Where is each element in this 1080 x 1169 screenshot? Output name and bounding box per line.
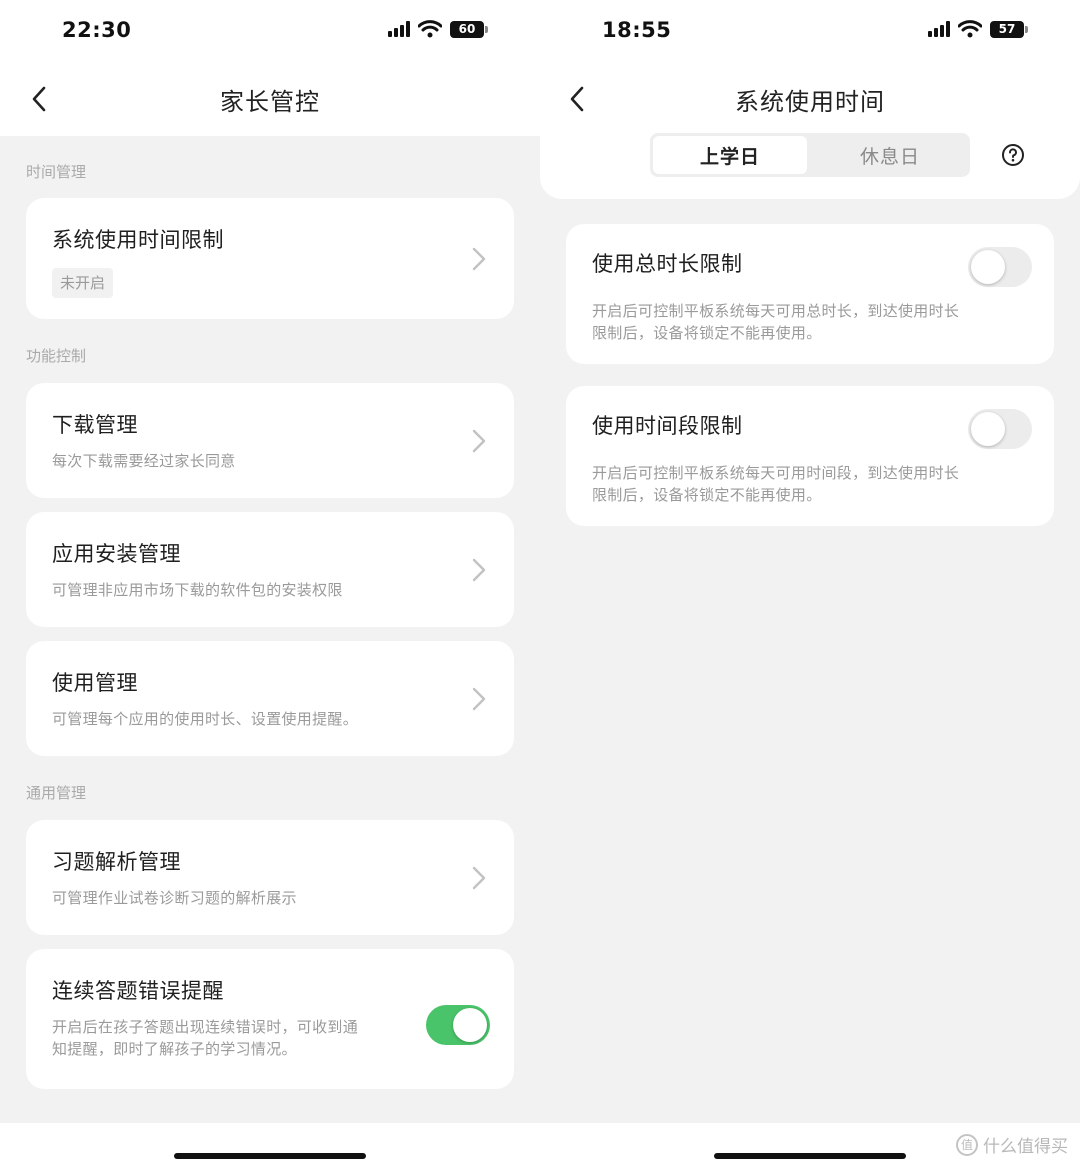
item-description-line1: 开启后可控制平板系统每天可用总时长，到达使用时长 <box>592 302 960 320</box>
toggle-knob <box>971 250 1005 284</box>
item-title: 下载管理 <box>52 413 138 437</box>
signal-icon <box>388 21 410 37</box>
home-indicator[interactable] <box>714 1153 906 1159</box>
section-label-time: 时间管理 <box>26 163 87 181</box>
chevron-right-icon <box>472 558 486 582</box>
section-label-function: 功能控制 <box>26 347 87 365</box>
toggle-knob <box>971 412 1005 446</box>
status-time: 22:30 <box>62 18 132 42</box>
status-icons: 57 <box>928 20 1028 38</box>
watermark: 值 什么值得买 <box>956 1132 1068 1157</box>
watermark-logo-icon: 值 <box>956 1133 978 1156</box>
item-title: 习题解析管理 <box>52 850 181 874</box>
nav-bar: 系统使用时间 <box>540 62 1080 136</box>
page-title: 系统使用时间 <box>735 88 885 116</box>
consecutive-error-alert-item: 连续答题错误提醒 开启后在孩子答题出现连续错误时，可收到通 知提醒，即时了解孩子… <box>26 949 514 1089</box>
battery-icon: 60 <box>450 20 488 38</box>
download-management-item[interactable]: 下载管理 每次下载需要经过家长同意 <box>26 383 514 498</box>
error-alert-toggle[interactable] <box>426 1005 490 1045</box>
watermark-text: 什么值得买 <box>983 1137 1068 1157</box>
item-title: 使用总时长限制 <box>592 252 743 276</box>
item-description: 可管理每个应用的使用时长、设置使用提醒。 <box>52 710 359 728</box>
item-description: 可管理非应用市场下载的软件包的安装权限 <box>52 581 343 599</box>
item-title: 系统使用时间限制 <box>52 228 224 252</box>
day-type-segmented-control: 上学日 休息日 <box>650 133 970 177</box>
tab-school-day[interactable]: 上学日 <box>653 136 807 174</box>
item-title: 连续答题错误提醒 <box>52 979 224 1003</box>
app-install-management-item[interactable]: 应用安装管理 可管理非应用市场下载的软件包的安装权限 <box>26 512 514 627</box>
usage-management-item[interactable]: 使用管理 可管理每个应用的使用时长、设置使用提醒。 <box>26 641 514 756</box>
system-usage-time-screen: 18:55 57 系统使用时间 上学日 休息日 使用总时长限制 开启后可控制平板… <box>540 0 1080 1169</box>
status-time: 18:55 <box>602 18 672 42</box>
status-bar: 22:30 60 <box>0 0 540 62</box>
exercise-analysis-item[interactable]: 习题解析管理 可管理作业试卷诊断习题的解析展示 <box>26 820 514 935</box>
nav-bar: 家长管控 <box>0 62 540 136</box>
total-duration-toggle[interactable] <box>968 247 1032 287</box>
home-indicator[interactable] <box>174 1153 366 1159</box>
chevron-right-icon <box>472 866 486 890</box>
toggle-knob <box>453 1008 487 1042</box>
item-description: 可管理作业试卷诊断习题的解析展示 <box>52 889 297 907</box>
chevron-right-icon <box>472 687 486 711</box>
item-description: 每次下载需要经过家长同意 <box>52 452 236 470</box>
item-description-line1: 开启后可控制平板系统每天可用时间段，到达使用时长 <box>592 464 960 482</box>
item-title: 使用时间段限制 <box>592 414 743 438</box>
chevron-right-icon <box>472 247 486 271</box>
item-title: 使用管理 <box>52 671 138 695</box>
total-duration-limit-card: 使用总时长限制 开启后可控制平板系统每天可用总时长，到达使用时长 限制后，设备将… <box>566 224 1054 364</box>
help-circle-icon[interactable] <box>1001 143 1025 167</box>
item-title: 应用安装管理 <box>52 542 181 566</box>
day-type-tabs-bar: 上学日 休息日 <box>540 133 1080 199</box>
battery-icon: 57 <box>990 20 1028 38</box>
item-description-line2: 限制后，设备将锁定不能再使用。 <box>592 324 822 342</box>
item-description-line2: 知提醒，即时了解孩子的学习情况。 <box>52 1040 297 1058</box>
status-badge: 未开启 <box>52 268 114 298</box>
item-description-line2: 限制后，设备将锁定不能再使用。 <box>592 486 822 504</box>
tab-rest-day[interactable]: 休息日 <box>813 136 967 174</box>
status-bar: 18:55 57 <box>540 0 1080 62</box>
wifi-icon <box>958 20 982 38</box>
parental-control-screen: 22:30 60 家长管控 时间管理 系统使用时间限制 未开启 功能控制 下载管… <box>0 0 540 1169</box>
chevron-right-icon <box>472 429 486 453</box>
item-description-line1: 开启后在孩子答题出现连续错误时，可收到通 <box>52 1018 359 1036</box>
section-label-general: 通用管理 <box>26 784 87 802</box>
signal-icon <box>928 21 950 37</box>
time-period-toggle[interactable] <box>968 409 1032 449</box>
status-icons: 60 <box>388 20 488 38</box>
wifi-icon <box>418 20 442 38</box>
bottom-area <box>0 1123 540 1169</box>
time-period-limit-card: 使用时间段限制 开启后可控制平板系统每天可用时间段，到达使用时长 限制后，设备将… <box>566 386 1054 526</box>
screen-time-limit-item[interactable]: 系统使用时间限制 未开启 <box>26 198 514 319</box>
page-title: 家长管控 <box>220 88 320 116</box>
